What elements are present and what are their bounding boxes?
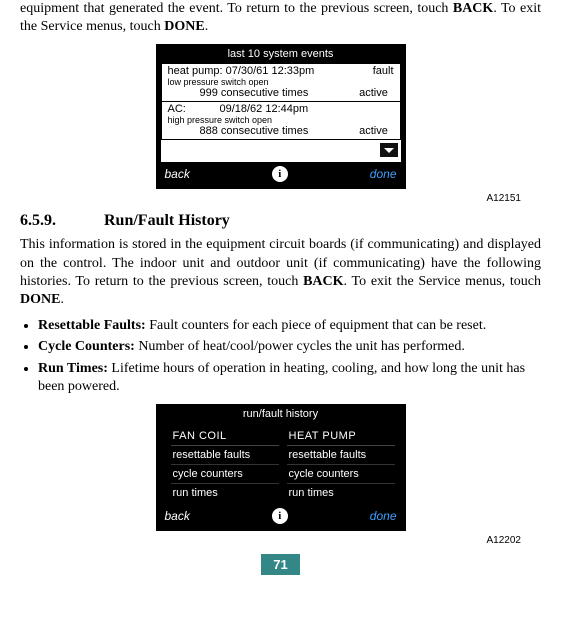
run-fault-history-screen: run/fault history FAN COIL resettable fa… [156,404,406,531]
section-back-bold: BACK [303,274,343,289]
bullet-term: Run Times: [38,361,108,376]
page-number-wrap: 71 [20,554,541,575]
col-head-fancoil: FAN COIL [171,427,279,446]
list-item: Run Times: Lifetime hours of operation i… [38,360,541,396]
screen2-footer: back i done [157,504,405,530]
screen1-gap [161,140,401,162]
done-button[interactable]: done [370,167,397,181]
figure-id: A12151 [20,193,521,204]
back-button[interactable]: back [165,167,190,181]
intro-text-end: . [205,19,209,34]
event-detail: high pressure switch open [162,115,400,125]
bullet-list: Resettable Faults: Fault counters for ea… [20,317,541,396]
event-name-date: AC: 09/18/62 12:44pm [168,103,309,115]
event-type: fault [373,65,394,77]
list-item: Cycle Counters: Number of heat/cool/powe… [38,338,541,356]
screen1-title: last 10 system events [157,45,405,63]
event-status: active [354,87,394,99]
screen2-title: run/fault history [157,405,405,423]
menu-item-resettable-faults[interactable]: resettable faults [171,446,279,465]
menu-item-cycle-counters[interactable]: cycle counters [171,465,279,484]
event-count: 999 consecutive times [168,87,309,99]
screen2-col-fancoil: FAN COIL resettable faults cycle counter… [171,427,279,502]
section-para-end: . [60,292,64,307]
section-paragraph: This information is stored in the equipm… [20,236,541,309]
menu-item-run-times[interactable]: run times [171,484,279,502]
intro-text-pre: equipment that generated the event. To r… [20,1,453,16]
system-events-screen: last 10 system events heat pump: 07/30/6… [156,44,406,189]
intro-done-bold: DONE [164,19,204,34]
screen2-columns: FAN COIL resettable faults cycle counter… [157,423,405,504]
done-button[interactable]: done [370,509,397,523]
page-number: 71 [261,554,299,575]
event-name-date: heat pump: 07/30/61 12:33pm [168,65,315,77]
screen1-body: heat pump: 07/30/61 12:33pm fault low pr… [161,63,401,140]
back-button[interactable]: back [165,509,190,523]
bullet-term: Cycle Counters: [38,339,135,354]
menu-item-resettable-faults[interactable]: resettable faults [287,446,395,465]
section-title: Run/Fault History [104,212,230,229]
scroll-down-button[interactable] [379,142,399,158]
section-heading: 6.5.9. Run/Fault History [20,212,541,230]
screen1-footer: back i done [157,162,405,188]
event-card[interactable]: AC: 09/18/62 12:44pm high pressure switc… [161,102,401,140]
col-head-heatpump: HEAT PUMP [287,427,395,446]
menu-item-run-times[interactable]: run times [287,484,395,502]
section-number: 6.5.9. [20,212,100,230]
section-para-mid: . To exit the Service menus, touch [344,274,541,289]
event-count: 888 consecutive times [168,125,309,137]
bullet-desc: Number of heat/cool/power cycles the uni… [135,339,465,354]
bullet-term: Resettable Faults: [38,318,146,333]
info-icon[interactable]: i [272,166,288,182]
event-detail: low pressure switch open [162,77,400,87]
section-done-bold: DONE [20,292,60,307]
bullet-desc: Lifetime hours of operation in heating, … [38,361,525,394]
bullet-desc: Fault counters for each piece of equipme… [146,318,487,333]
menu-item-cycle-counters[interactable]: cycle counters [287,465,395,484]
intro-back-bold: BACK [453,1,493,16]
figure-id: A12202 [20,535,521,546]
intro-paragraph: equipment that generated the event. To r… [20,0,541,36]
info-icon[interactable]: i [272,508,288,524]
event-status: active [354,125,394,137]
list-item: Resettable Faults: Fault counters for ea… [38,317,541,335]
chevron-down-icon [384,148,394,153]
event-card[interactable]: heat pump: 07/30/61 12:33pm fault low pr… [161,63,401,102]
screen2-col-heatpump: HEAT PUMP resettable faults cycle counte… [287,427,395,502]
